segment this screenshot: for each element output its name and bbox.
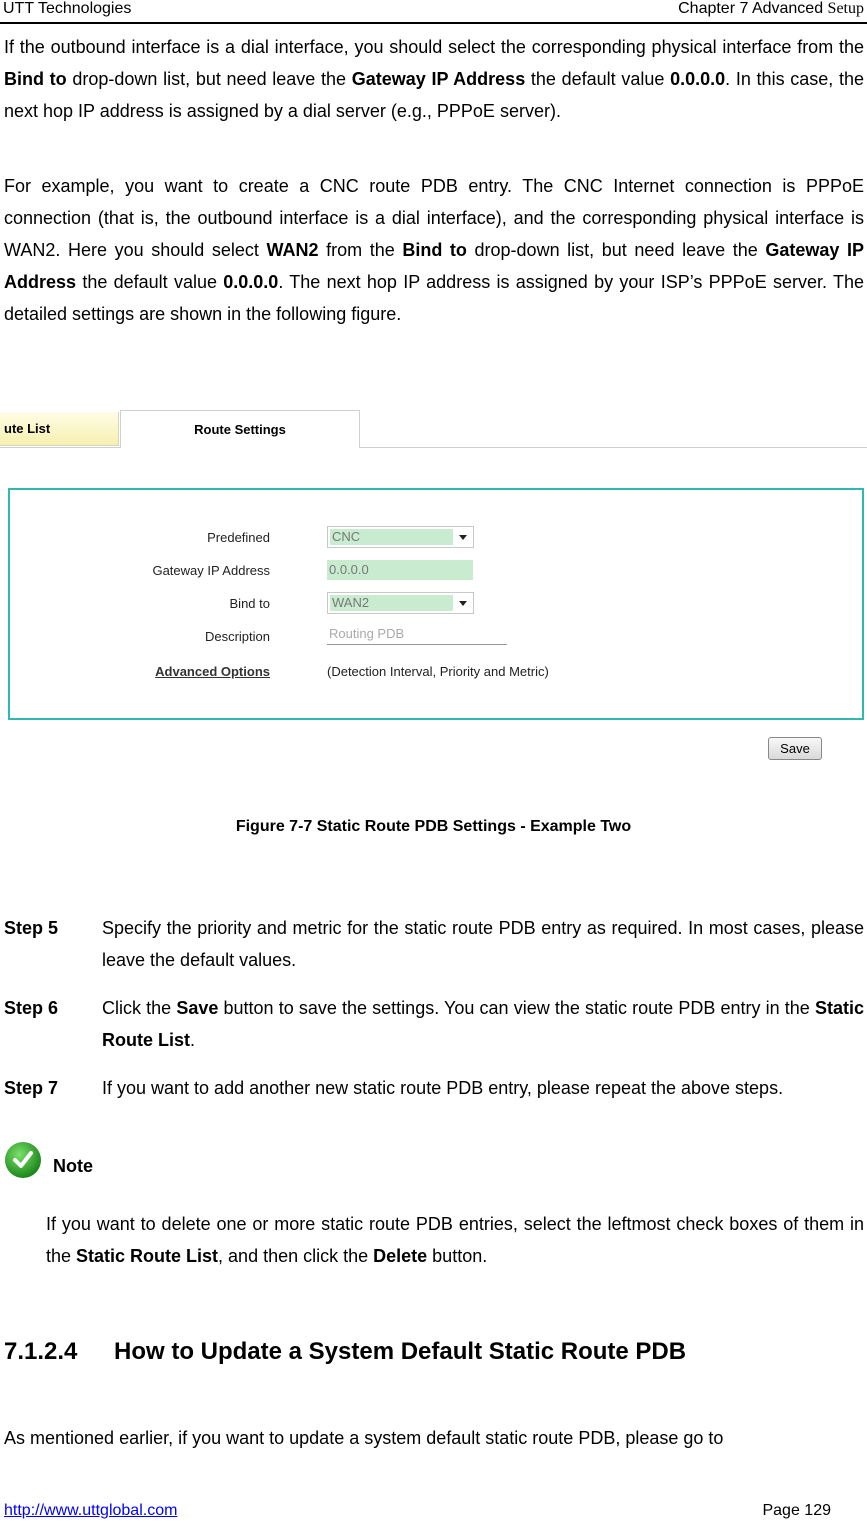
advanced-options-hint: (Detection Interval, Priority and Metric… bbox=[327, 664, 549, 679]
predefined-select[interactable]: CNC bbox=[327, 526, 474, 548]
text-run: Click the bbox=[102, 998, 177, 1018]
step-6: Step 6 Click the Save button to save the… bbox=[4, 992, 864, 1056]
step-label: Step 7 bbox=[4, 1078, 59, 1098]
footer-url-link[interactable]: http://www.uttglobal.com bbox=[4, 1502, 177, 1520]
figure-caption: Figure 7-7 Static Route PDB Settings - E… bbox=[235, 818, 632, 835]
text-run: Specify the priority and metric for the … bbox=[102, 918, 864, 970]
page-header: UTT Technologies Chapter 7 Advanced Setu… bbox=[0, 0, 867, 24]
bold-term: 0.0.0.0 bbox=[223, 272, 279, 292]
gateway-ip-value: 0.0.0.0 bbox=[327, 560, 473, 580]
predefined-value: CNC bbox=[330, 529, 453, 545]
closing-paragraph: As mentioned earlier, if you want to upd… bbox=[4, 1428, 724, 1448]
description-placeholder: Routing PDB bbox=[327, 625, 507, 645]
bold-term: Save bbox=[176, 998, 219, 1018]
tab-route-settings[interactable]: Route Settings bbox=[120, 410, 360, 448]
step-text: Click the Save button to save the settin… bbox=[102, 992, 864, 1056]
bold-term: Static Route List bbox=[76, 1246, 219, 1266]
intro-paragraph-2: For example, you want to create a CNC ro… bbox=[4, 170, 864, 330]
header-chapter-setup: Setup bbox=[827, 0, 864, 17]
tab-bar: ute List Route Settings bbox=[0, 410, 867, 448]
text-run: , and then click the bbox=[218, 1246, 374, 1266]
text-run: drop-down list, but need leave the bbox=[466, 240, 766, 260]
bold-term: Bind to bbox=[402, 240, 467, 260]
bold-term: WAN2 bbox=[266, 240, 319, 260]
header-chapter: Chapter 7 Advanced Setup bbox=[678, 0, 864, 18]
chevron-down-icon bbox=[459, 601, 467, 606]
bind-to-value: WAN2 bbox=[330, 595, 453, 611]
step-label: Step 6 bbox=[4, 998, 59, 1018]
bind-to-label: Bind to bbox=[229, 596, 270, 611]
description-input[interactable]: Routing PDB bbox=[327, 625, 507, 645]
footer-page-number: Page 129 bbox=[762, 1502, 831, 1519]
tab-route-list[interactable]: ute List bbox=[0, 412, 119, 446]
section-number: 7.1.2.4 bbox=[4, 1338, 78, 1365]
description-label: Description bbox=[204, 629, 270, 644]
section-heading: 7.1.2.4 How to Update a System Default St… bbox=[4, 1338, 686, 1366]
step-label: Step 5 bbox=[4, 918, 59, 938]
text-run: button to save the settings. You can vie… bbox=[218, 998, 815, 1018]
note-label: Note bbox=[53, 1156, 93, 1176]
header-chapter-main: Chapter 7 Advanced bbox=[678, 0, 828, 17]
gateway-label: Gateway IP Address bbox=[152, 563, 270, 578]
save-button[interactable]: Save bbox=[768, 737, 822, 760]
text-run: If the outbound interface is a dial inte… bbox=[4, 37, 864, 57]
bold-term: 0.0.0.0 bbox=[670, 69, 726, 89]
gateway-ip-input[interactable]: 0.0.0.0 bbox=[327, 560, 473, 580]
text-run: the default value bbox=[76, 272, 224, 292]
bold-term: Bind to bbox=[4, 69, 67, 89]
text-run: . bbox=[190, 1030, 196, 1050]
text-run: drop-down list, but need leave the bbox=[66, 69, 352, 89]
step-5: Step 5 Specify the priority and metric f… bbox=[4, 912, 864, 976]
text-run: the default value bbox=[525, 69, 671, 89]
text-run: button. bbox=[427, 1246, 488, 1266]
green-check-icon bbox=[5, 1142, 41, 1178]
step-text: Specify the priority and metric for the … bbox=[102, 912, 864, 976]
header-company: UTT Technologies bbox=[3, 0, 132, 17]
advanced-options-link[interactable]: Advanced Options bbox=[155, 664, 270, 679]
chevron-down-icon bbox=[459, 535, 467, 540]
bold-term: Delete bbox=[373, 1246, 428, 1266]
bold-term: Gateway IP Address bbox=[351, 69, 526, 89]
note-text: If you want to delete one or more static… bbox=[46, 1208, 864, 1272]
predefined-label: Predefined bbox=[207, 530, 270, 545]
step-7: Step 7 If you want to add another new st… bbox=[4, 1072, 864, 1104]
settings-panel: Predefined CNC Gateway IP Address 0.0.0.… bbox=[8, 488, 864, 720]
bind-to-select[interactable]: WAN2 bbox=[327, 592, 474, 614]
step-text: If you want to add another new static ro… bbox=[102, 1072, 864, 1104]
section-title: How to Update a System Default Static Ro… bbox=[114, 1338, 687, 1365]
route-settings-figure: ute List Route Settings Predefined CNC G… bbox=[0, 410, 867, 770]
text-run: If you want to add another new static ro… bbox=[102, 1078, 784, 1098]
intro-paragraph-1: If the outbound interface is a dial inte… bbox=[4, 31, 864, 127]
text-run: from the bbox=[318, 240, 403, 260]
